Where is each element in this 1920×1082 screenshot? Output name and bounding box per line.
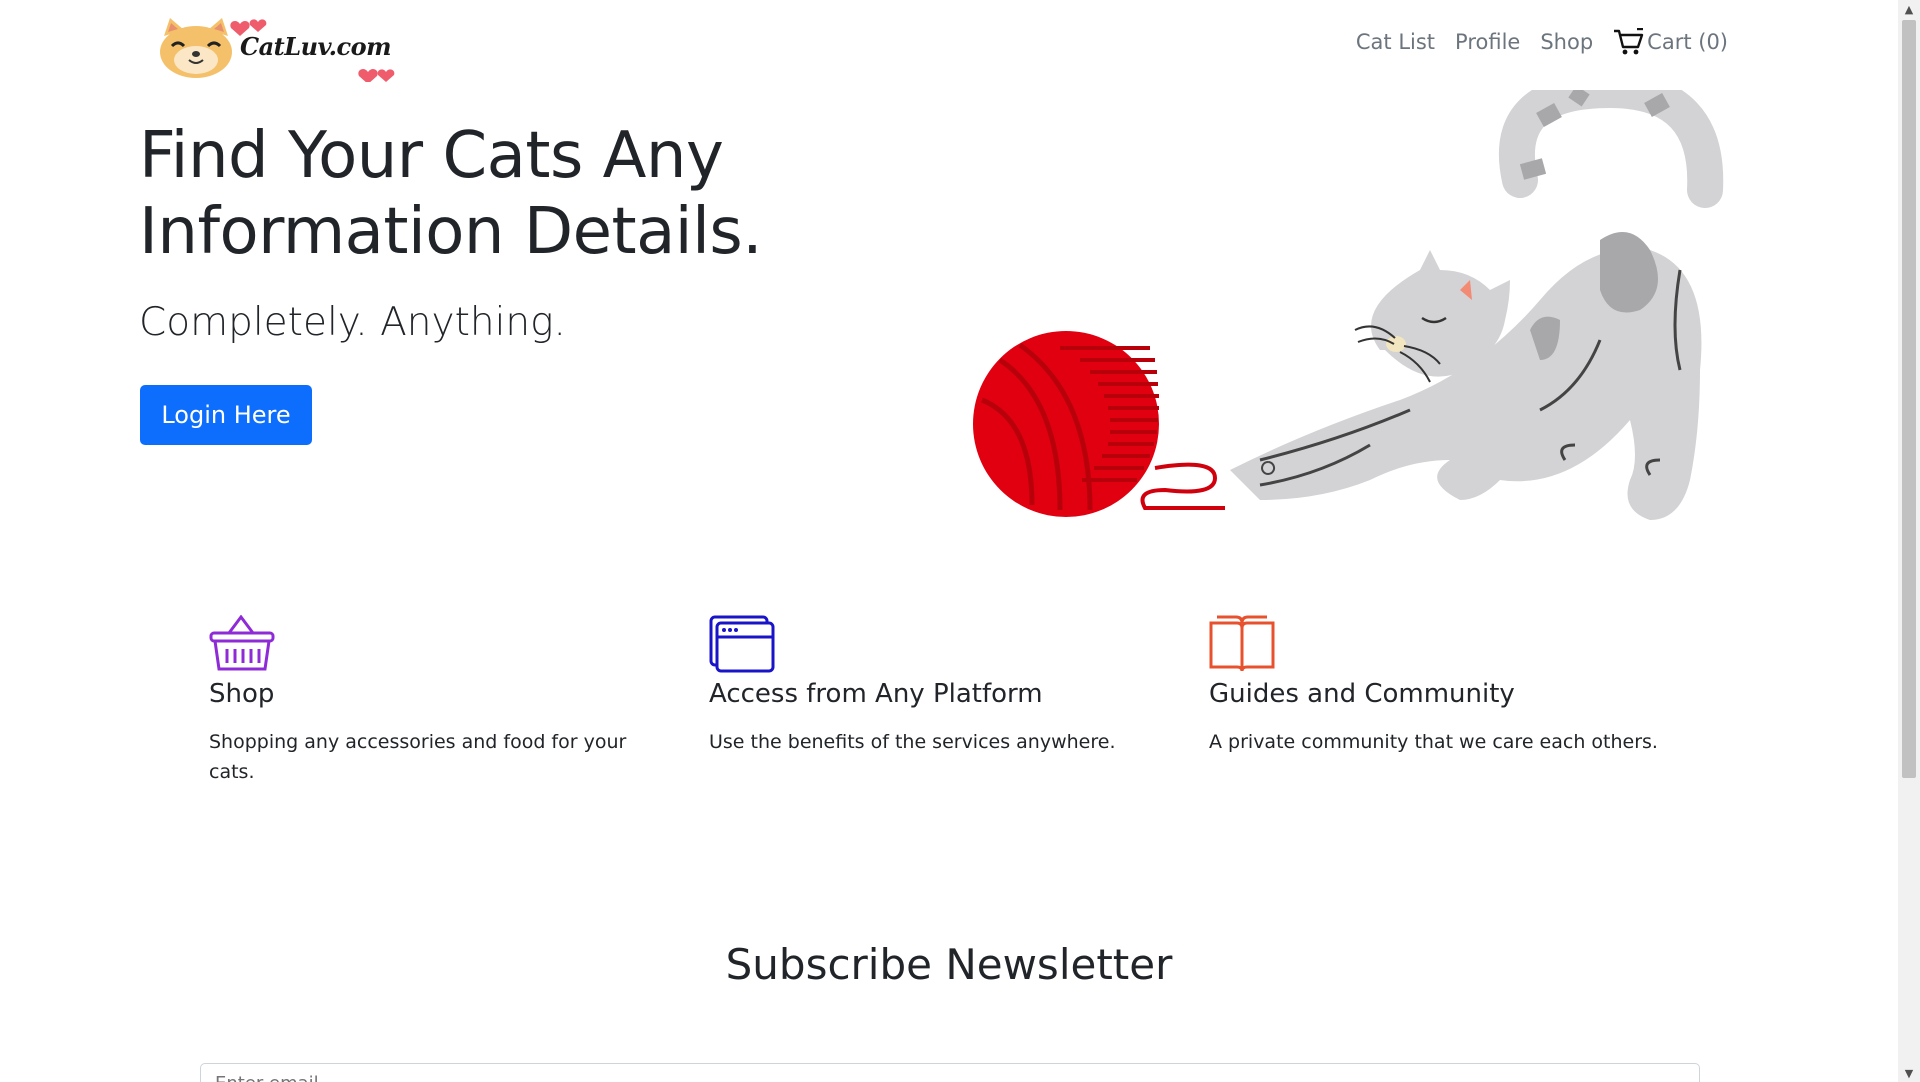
- hero-subtitle: Completely. Anything.: [139, 300, 566, 345]
- feature-guides: Guides and Community A private community…: [1209, 615, 1669, 757]
- feature-text: Shopping any accessories and food for yo…: [209, 731, 627, 783]
- browser-window-icon: [709, 615, 775, 673]
- stretching-cat-icon: [1230, 71, 1724, 521]
- feature-access: Access from Any Platform Use the benefit…: [709, 615, 1169, 757]
- nav-item-profile[interactable]: Profile: [1455, 30, 1520, 54]
- scrollbar-thumb[interactable]: [1902, 20, 1916, 778]
- newsletter-email-input[interactable]: [200, 1063, 1700, 1082]
- login-button[interactable]: Login Here: [140, 385, 312, 445]
- feature-text: Use the benefits of the services anywher…: [709, 731, 1116, 753]
- brand-logo[interactable]: CatLuv.com: [158, 18, 408, 84]
- vertical-scrollbar[interactable]: ▲ ▼: [1898, 0, 1920, 1082]
- nav-item-cat-list[interactable]: Cat List: [1356, 30, 1435, 54]
- feature-text: A private community that we care each ot…: [1209, 731, 1658, 753]
- navbar: CatLuv.com Cat List Profile Shop Cart (0…: [0, 0, 1898, 90]
- open-book-icon: [1209, 615, 1275, 672]
- nav-links: Cat List Profile Shop Cart (0): [1356, 28, 1728, 56]
- scroll-down-arrow-icon[interactable]: ▼: [1898, 1064, 1920, 1082]
- hero-title: Find Your Cats Any Information Details.: [139, 118, 763, 270]
- newsletter-title: Subscribe Newsletter: [725, 940, 1173, 989]
- hero-title-line1: Find Your Cats Any: [139, 119, 724, 193]
- feature-title: Access from Any Platform: [709, 679, 1043, 709]
- scroll-up-arrow-icon[interactable]: ▲: [1898, 0, 1920, 18]
- yarn-ball-icon: [973, 331, 1225, 517]
- feature-title: Shop: [209, 679, 275, 709]
- page: CatLuv.com Cat List Profile Shop Cart (0…: [0, 0, 1920, 1082]
- nav-item-shop[interactable]: Shop: [1540, 30, 1593, 54]
- feature-title: Guides and Community: [1209, 679, 1515, 709]
- cart-label: Cart (0): [1647, 30, 1728, 54]
- hero-title-line2: Information Details.: [139, 195, 763, 269]
- brand-name: CatLuv.com: [240, 32, 391, 61]
- cat-yarn-image: [973, 71, 1724, 521]
- cart-icon: [1614, 28, 1644, 55]
- cat-with-yarn-illustration: [960, 71, 1770, 530]
- basket-icon: [209, 615, 275, 671]
- nav-item-cart[interactable]: Cart (0): [1613, 28, 1728, 56]
- feature-shop: Shop Shopping any accessories and food f…: [209, 615, 669, 787]
